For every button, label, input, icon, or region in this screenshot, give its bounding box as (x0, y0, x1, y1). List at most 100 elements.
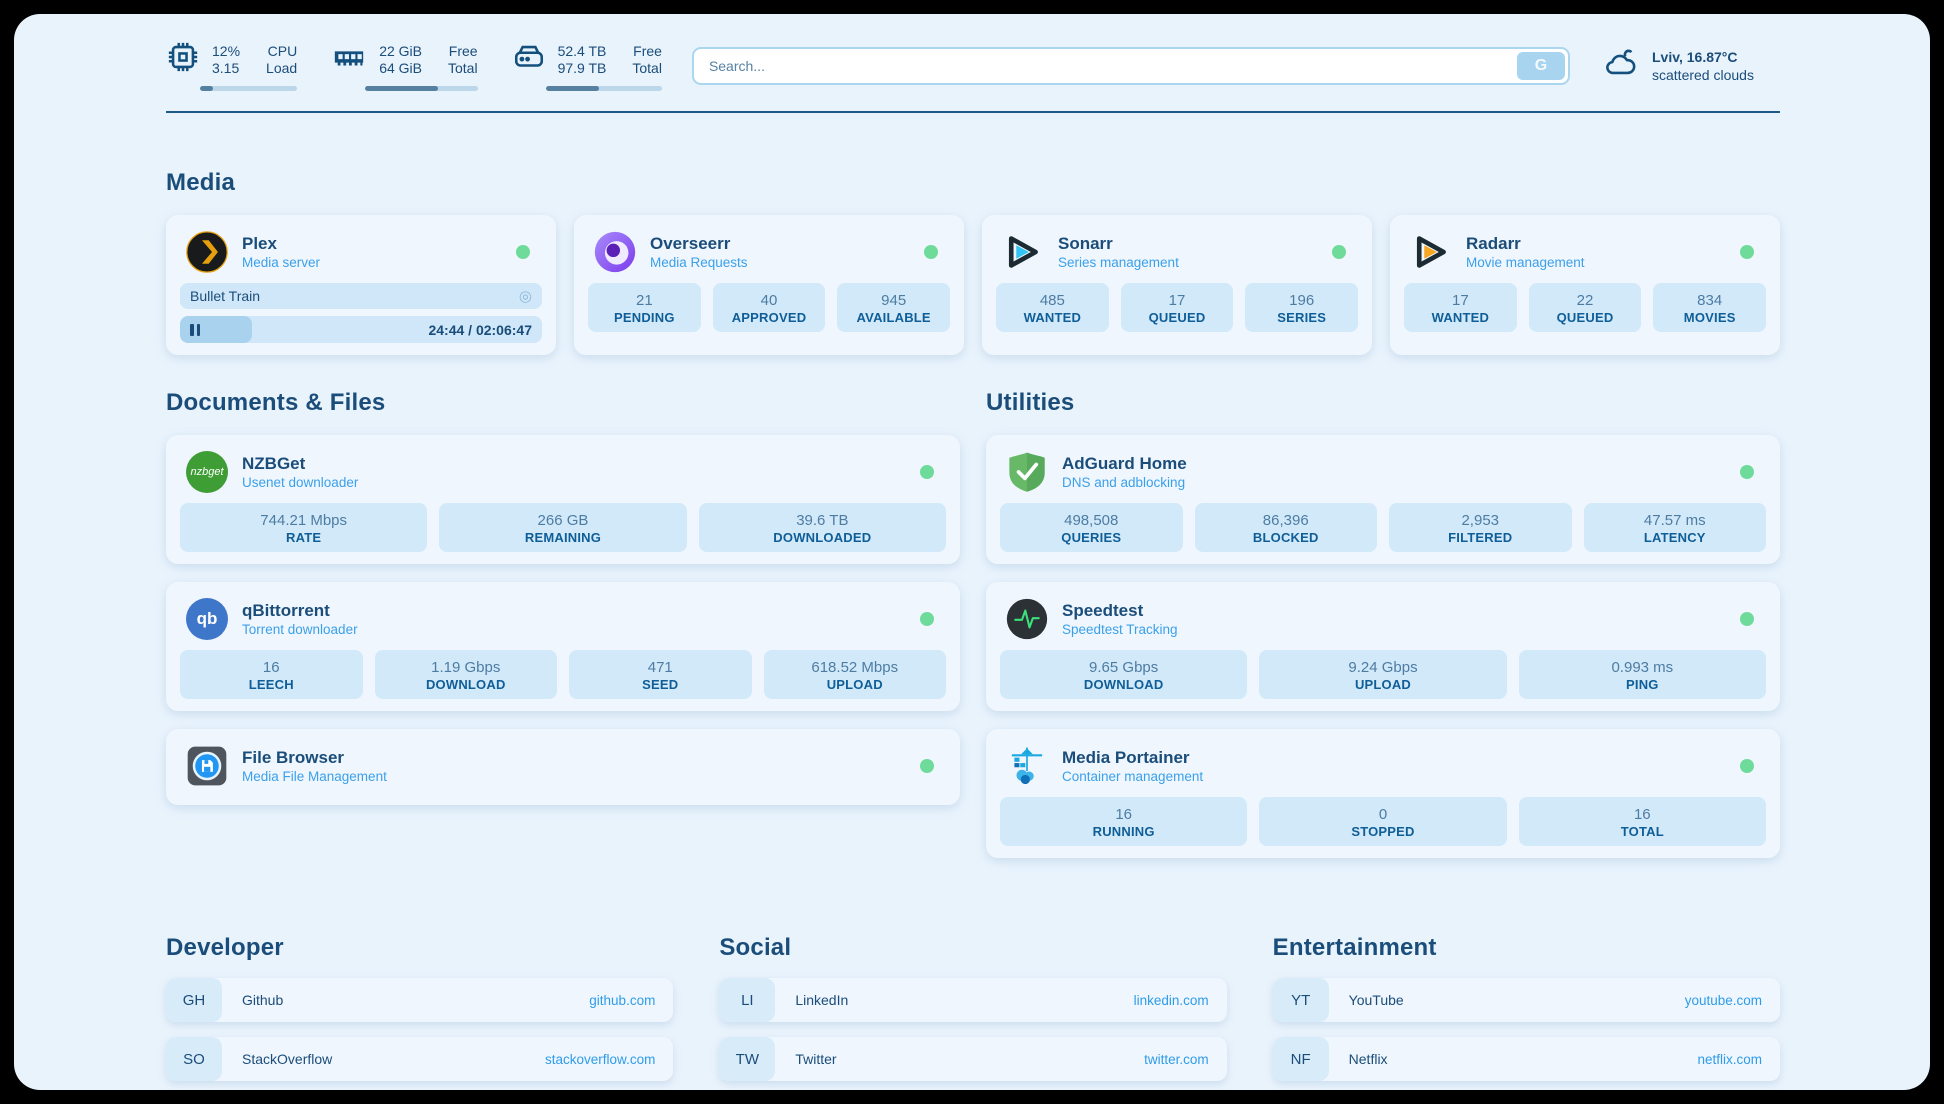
app-title: Media Portainer (1062, 748, 1726, 768)
weather-widget: Lviv, 16.87°C scattered clouds (1600, 46, 1780, 85)
stat-running: 16 RUNNING (1000, 797, 1247, 846)
section-title-media: Media (166, 169, 1780, 197)
speedtest-icon (1006, 598, 1048, 640)
bookmark-url: stackoverflow.com (545, 1052, 655, 1067)
stat-blocked: 86,396 BLOCKED (1195, 503, 1378, 552)
stat-queued: 17 QUEUED (1121, 283, 1234, 332)
stat-upload: 9.24 Gbps UPLOAD (1259, 650, 1506, 699)
search-input[interactable] (697, 58, 1517, 74)
stat-queued: 22 QUEUED (1529, 283, 1642, 332)
app-card-speedtest[interactable]: Speedtest Speedtest Tracking 9.65 Gbps D… (986, 582, 1780, 711)
ram-total-value: 64 GiB (379, 60, 422, 77)
stat-filtered: 2,953 FILTERED (1389, 503, 1572, 552)
app-subtitle: Movie management (1466, 254, 1726, 271)
stat-movies: 834 MOVIES (1653, 283, 1766, 332)
app-subtitle: DNS and adblocking (1062, 474, 1726, 491)
section-title-developer: Developer (166, 934, 673, 962)
media-session-icon[interactable]: ◎ (519, 289, 532, 304)
app-card-adguard[interactable]: AdGuard Home DNS and adblocking 498,508 … (986, 435, 1780, 564)
app-title: qBittorrent (242, 601, 906, 621)
bookmark-name: YouTube (1349, 992, 1404, 1008)
stat-series: 196 SERIES (1245, 283, 1358, 332)
stat-queries: 498,508 QUERIES (1000, 503, 1183, 552)
app-card-qbittorrent[interactable]: qb qBittorrent Torrent downloader 16 LEE… (166, 582, 960, 711)
stat-latency: 47.57 ms LATENCY (1584, 503, 1767, 552)
bookmark-url: netflix.com (1697, 1052, 1762, 1067)
app-card-radarr[interactable]: Radarr Movie management 17 WANTED 22 QUE… (1390, 215, 1780, 355)
bookmark-url: twitter.com (1144, 1052, 1209, 1067)
bookmark-github[interactable]: GH Github github.com (166, 978, 673, 1022)
status-dot (1740, 759, 1754, 773)
bookmark-name: Twitter (795, 1051, 836, 1067)
cpu-progress-bar (200, 86, 297, 91)
utilities-column: Utilities AdGuard Home DNS and adblockin… (986, 389, 1780, 876)
radarr-icon (1410, 231, 1452, 273)
app-title: Plex (242, 234, 502, 254)
bookmark-linkedin[interactable]: LI LinkedIn linkedin.com (719, 978, 1226, 1022)
status-dot (924, 245, 938, 259)
app-subtitle: Container management (1062, 768, 1726, 785)
app-subtitle: Torrent downloader (242, 621, 906, 638)
plex-icon (186, 231, 228, 273)
bookmark-youtube[interactable]: YT YouTube youtube.com (1273, 978, 1780, 1022)
search-bar: G (692, 47, 1570, 85)
app-card-plex[interactable]: Plex Media server Bullet Train ◎ 24:44 /… (166, 215, 556, 355)
stat-seed: 471 SEED (569, 650, 752, 699)
search-provider-button[interactable]: G (1517, 52, 1565, 80)
section-title-social: Social (719, 934, 1226, 962)
app-title: Radarr (1466, 234, 1726, 254)
status-dot (1740, 612, 1754, 626)
app-card-overseerr[interactable]: Overseerr Media Requests 21 PENDING 40 A… (574, 215, 964, 355)
bookmarks-developer: Developer GH Github github.com SO StackO… (166, 934, 673, 1090)
bookmark-name: Netflix (1349, 1051, 1388, 1067)
bookmark-abbr: NF (1273, 1037, 1329, 1081)
status-dot (1740, 465, 1754, 479)
status-dot (920, 759, 934, 773)
status-dot (920, 465, 934, 479)
ram-icon (331, 40, 367, 79)
app-title: Sonarr (1058, 234, 1318, 254)
app-subtitle: Media Requests (650, 254, 910, 271)
stat-stopped: 0 STOPPED (1259, 797, 1506, 846)
app-title: Speedtest (1062, 601, 1726, 621)
section-title-entertainment: Entertainment (1273, 934, 1780, 962)
filebrowser-icon (186, 745, 228, 787)
stat-wanted: 485 WANTED (996, 283, 1109, 332)
documents-column: Documents & Files nzbget NZBGet Usenet d… (166, 389, 960, 876)
cloud-icon (1600, 46, 1640, 85)
disk-icon (512, 40, 546, 79)
app-title: File Browser (242, 748, 906, 768)
stat-downloaded: 39.6 TB DOWNLOADED (699, 503, 946, 552)
status-dot (1332, 245, 1346, 259)
stat-rate: 744.21 Mbps RATE (180, 503, 427, 552)
bookmark-abbr: YT (1273, 978, 1329, 1022)
app-card-portainer[interactable]: Media Portainer Container management 16 … (986, 729, 1780, 858)
system-stats: 12% 3.15 CPU Load (166, 40, 662, 91)
cpu-usage-value: 12% (212, 43, 240, 60)
bookmark-twitter[interactable]: TW Twitter twitter.com (719, 1037, 1226, 1081)
app-card-nzbget[interactable]: nzbget NZBGet Usenet downloader 744.21 M… (166, 435, 960, 564)
bookmark-netflix[interactable]: NF Netflix netflix.com (1273, 1037, 1780, 1081)
now-playing-row: Bullet Train ◎ (180, 283, 542, 309)
bookmark-name: Github (242, 992, 283, 1008)
bookmark-abbr: SO (166, 1037, 222, 1081)
playback-progress-bar: 24:44 / 02:06:47 (180, 316, 542, 343)
stat-download: 1.19 Gbps DOWNLOAD (375, 650, 558, 699)
weather-location: Lviv, 16.87°C (1652, 48, 1754, 66)
ram-total-label: Total (448, 60, 478, 77)
cpu-usage-label: CPU (266, 43, 297, 60)
dashboard-panel: 12% 3.15 CPU Load (14, 14, 1930, 1090)
qbittorrent-icon: qb (186, 598, 228, 640)
status-dot (920, 612, 934, 626)
disk-total-value: 97.9 TB (558, 60, 607, 77)
disk-stat: 52.4 TB 97.9 TB Free Total (512, 40, 662, 91)
bookmark-stackoverflow[interactable]: SO StackOverflow stackoverflow.com (166, 1037, 673, 1081)
app-title: Overseerr (650, 234, 910, 254)
app-subtitle: Usenet downloader (242, 474, 906, 491)
stat-available: 945 AVAILABLE (837, 283, 950, 332)
ram-free-label: Free (448, 43, 478, 60)
app-card-sonarr[interactable]: Sonarr Series management 485 WANTED 17 Q… (982, 215, 1372, 355)
app-card-filebrowser[interactable]: File Browser Media File Management (166, 729, 960, 805)
cpu-load-value: 3.15 (212, 60, 240, 77)
media-grid: Plex Media server Bullet Train ◎ 24:44 /… (166, 215, 1780, 355)
